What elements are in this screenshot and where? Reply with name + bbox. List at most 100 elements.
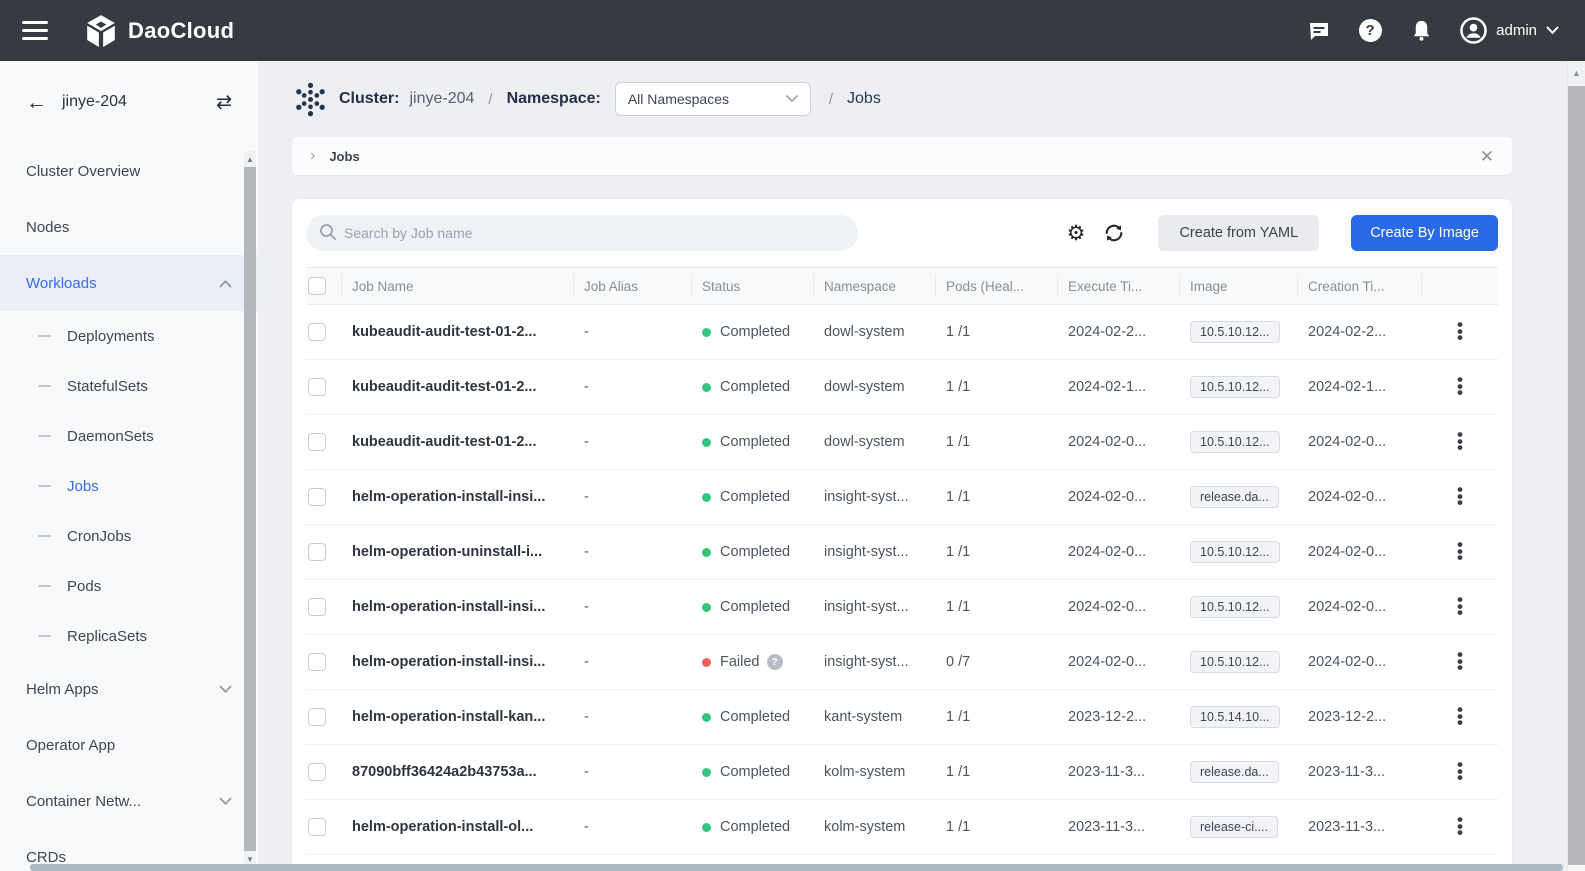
col-creation-time[interactable]: Creation Ti...: [1298, 275, 1422, 297]
kebab-menu-icon[interactable]: •••: [1432, 707, 1488, 726]
image-chip[interactable]: release.da...: [1190, 486, 1279, 508]
job-name-link[interactable]: helm-operation-install-ol...: [342, 819, 574, 835]
row-checkbox[interactable]: [308, 378, 326, 396]
sidebar-item-jobs[interactable]: Jobs: [0, 461, 258, 511]
job-name-link[interactable]: helm-operation-install-insi...: [342, 654, 574, 670]
settings-gear-icon[interactable]: ⚙: [1067, 223, 1086, 244]
jobs-tab-bar[interactable]: › Jobs ✕: [292, 137, 1512, 175]
job-name-link[interactable]: helm-operation-install-kan...: [342, 709, 574, 725]
row-checkbox[interactable]: [308, 543, 326, 561]
row-checkbox[interactable]: [308, 433, 326, 451]
create-from-yaml-button[interactable]: Create from YAML: [1158, 215, 1319, 251]
page-scrollbar[interactable]: ▲: [1567, 61, 1585, 871]
hamburger-menu-icon[interactable]: [22, 16, 48, 45]
image-chip[interactable]: 10.5.10.12...: [1190, 541, 1280, 563]
scroll-up-arrow-icon[interactable]: ▲: [1568, 61, 1585, 85]
notifications-bell-icon[interactable]: [1409, 19, 1433, 43]
image-chip[interactable]: 10.5.10.12...: [1190, 651, 1280, 673]
kebab-menu-icon[interactable]: •••: [1432, 432, 1488, 451]
row-checkbox[interactable]: [308, 763, 326, 781]
messages-icon[interactable]: [1307, 19, 1331, 43]
help-icon[interactable]: ?: [1358, 19, 1382, 43]
brand-logo[interactable]: DaoCloud: [84, 14, 234, 48]
scroll-up-arrow-icon[interactable]: ▲: [244, 151, 256, 167]
tab-close-icon[interactable]: ✕: [1480, 148, 1494, 165]
table-row[interactable]: helm-operation-install-ol... - Completed…: [306, 800, 1498, 855]
job-name-link[interactable]: helm-operation-uninstall-i...: [342, 544, 574, 560]
row-checkbox[interactable]: [308, 323, 326, 341]
col-status[interactable]: Status: [692, 275, 814, 297]
table-row[interactable]: kubeaudit-audit-test-01-2... - Completed…: [306, 415, 1498, 470]
kebab-menu-icon[interactable]: •••: [1432, 322, 1488, 341]
switch-cluster-icon[interactable]: ⇄: [216, 91, 232, 114]
table-row[interactable]: 87090bff36424a2b43753a... - Completed ko…: [306, 745, 1498, 800]
kebab-menu-icon[interactable]: •••: [1432, 762, 1488, 781]
tab-chevron-icon[interactable]: ›: [310, 147, 315, 165]
job-name-link[interactable]: 87090bff36424a2b43753a...: [342, 764, 574, 780]
row-checkbox[interactable]: [308, 653, 326, 671]
sidebar-item-nodes[interactable]: Nodes: [0, 199, 258, 255]
image-chip[interactable]: 10.5.10.12...: [1190, 376, 1280, 398]
job-name-link[interactable]: helm-operation-install-insi...: [342, 489, 574, 505]
row-checkbox[interactable]: [308, 818, 326, 836]
table-row[interactable]: helm-operation-install-kan... - Complete…: [306, 690, 1498, 745]
sidebar-scrollbar-thumb[interactable]: [244, 167, 256, 851]
kebab-menu-icon[interactable]: •••: [1432, 542, 1488, 561]
sidebar-item-replicasets[interactable]: ReplicaSets: [0, 611, 258, 661]
table-row[interactable]: helm-operation-install-insi... - Failed …: [306, 635, 1498, 690]
job-name-link[interactable]: kubeaudit-audit-test-01-2...: [342, 379, 574, 395]
page-scrollbar-thumb[interactable]: [1568, 86, 1585, 865]
job-name-link[interactable]: kubeaudit-audit-test-01-2...: [342, 434, 574, 450]
kebab-menu-icon[interactable]: •••: [1432, 652, 1488, 671]
job-name-link[interactable]: helm-operation-install-insi...: [342, 599, 574, 615]
search-input[interactable]: [306, 215, 858, 251]
sidebar-scrollbar[interactable]: ▲ ▼: [244, 151, 256, 867]
kebab-menu-icon[interactable]: •••: [1432, 817, 1488, 836]
row-checkbox[interactable]: [308, 708, 326, 726]
sidebar-item-workloads[interactable]: Workloads: [0, 255, 258, 311]
create-by-image-button[interactable]: Create By Image: [1351, 215, 1498, 251]
refresh-icon[interactable]: [1103, 222, 1125, 244]
table-row[interactable]: helm-operation-uninstall-i... - Complete…: [306, 525, 1498, 580]
table-row[interactable]: kubeaudit-audit-test-01-2... - Completed…: [306, 360, 1498, 415]
sidebar-item-statefulsets[interactable]: StatefulSets: [0, 361, 258, 411]
image-chip[interactable]: 10.5.14.10...: [1190, 706, 1280, 728]
kebab-menu-icon[interactable]: •••: [1432, 597, 1488, 616]
sidebar-item-deployments[interactable]: Deployments: [0, 311, 258, 361]
sidebar-item-pods[interactable]: Pods: [0, 561, 258, 611]
sidebar-item-cluster-overview[interactable]: Cluster Overview: [0, 143, 258, 199]
table-row[interactable]: helm-operation-install-insi... - Complet…: [306, 470, 1498, 525]
kebab-menu-icon[interactable]: •••: [1432, 377, 1488, 396]
image-chip[interactable]: release-ci....: [1190, 816, 1278, 838]
col-execute-time[interactable]: Execute Ti...: [1058, 275, 1180, 297]
table-row[interactable]: kubeaudit-audit-test-01-2... - Completed…: [306, 305, 1498, 360]
namespace-select[interactable]: All Namespaces: [615, 82, 811, 116]
col-image[interactable]: Image: [1180, 275, 1298, 297]
cluster-value[interactable]: jinye-204: [409, 90, 474, 108]
sidebar-item-operator-app[interactable]: Operator App: [0, 717, 258, 773]
image-chip[interactable]: 10.5.10.12...: [1190, 596, 1280, 618]
sidebar-item-helm-apps[interactable]: Helm Apps: [0, 661, 258, 717]
table-row[interactable]: helm-operation-install-insi... - Complet…: [306, 580, 1498, 635]
sidebar-item-container-netw[interactable]: Container Netw...: [0, 773, 258, 829]
image-chip[interactable]: release.da...: [1190, 761, 1279, 783]
col-job-name[interactable]: Job Name: [342, 275, 574, 297]
sidebar-item-cronjobs[interactable]: CronJobs: [0, 511, 258, 561]
col-namespace[interactable]: Namespace: [814, 275, 936, 297]
status-help-icon[interactable]: ?: [767, 654, 783, 670]
col-job-alias[interactable]: Job Alias: [574, 275, 692, 297]
select-all-checkbox[interactable]: [308, 277, 326, 295]
kebab-menu-icon[interactable]: •••: [1432, 487, 1488, 506]
user-menu[interactable]: admin: [1460, 17, 1559, 44]
back-arrow-icon[interactable]: ←: [26, 92, 47, 113]
row-checkbox[interactable]: [308, 598, 326, 616]
image-chip[interactable]: 10.5.10.12...: [1190, 321, 1280, 343]
search-box[interactable]: [306, 215, 858, 251]
horizontal-scrollbar-thumb[interactable]: [30, 864, 1563, 871]
sidebar-item-daemonsets[interactable]: DaemonSets: [0, 411, 258, 461]
col-pods[interactable]: Pods (Heal...: [936, 275, 1058, 297]
image-chip[interactable]: 10.5.10.12...: [1190, 431, 1280, 453]
job-name-link[interactable]: kubeaudit-audit-test-01-2...: [342, 324, 574, 340]
tab-label[interactable]: Jobs: [329, 149, 359, 164]
row-checkbox[interactable]: [308, 488, 326, 506]
